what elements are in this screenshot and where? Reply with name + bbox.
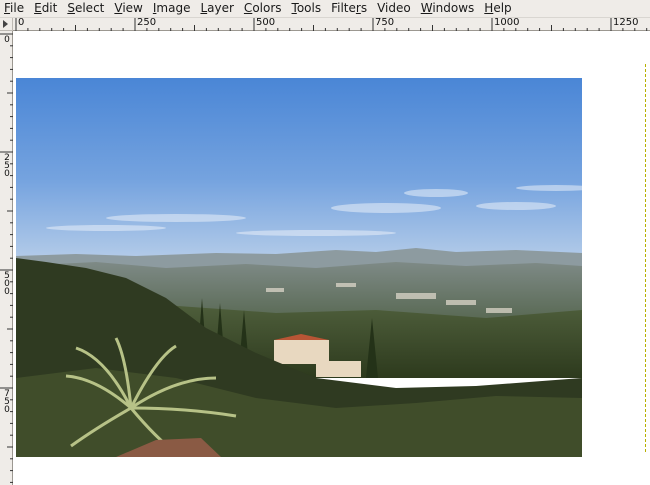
layer-boundary [645,64,646,452]
horizontal-ruler-label: 750 [375,17,395,28]
horizontal-ruler-label: 1250 [613,17,639,28]
menu-bar: File Edit Select View Image Layer Colors Tools F… [0,0,650,18]
vertical-ruler[interactable]: 0 250 500 750 [0,31,13,485]
vertical-ruler-ticks [0,33,13,483]
horizontal-ruler-label: 0 [18,17,25,28]
menu-layer[interactable]: Layer [195,0,238,17]
menu-windows[interactable]: Windows [416,0,480,17]
menu-tools[interactable]: Tools [287,0,327,17]
horizontal-ruler-label: 500 [256,17,276,28]
menu-filters[interactable]: Filters [326,0,372,17]
menu-image[interactable]: Image [148,0,196,17]
horizontal-ruler-label: 1000 [494,17,520,28]
horizontal-ruler-label: 250 [137,17,157,28]
horizontal-ruler[interactable]: 0 250 500 750 1000 1250 [13,17,650,31]
horizontal-ruler-ticks [15,18,648,31]
menu-colors[interactable]: Colors [239,0,287,17]
menu-file[interactable]: File [0,0,29,17]
menu-video[interactable]: Video [372,0,416,17]
menu-help[interactable]: Help [479,0,516,17]
menu-view[interactable]: View [109,0,147,17]
vertical-ruler-label: 750 [4,389,10,415]
menu-select[interactable]: Select [62,0,109,17]
arrow-right-icon [3,20,8,28]
quick-mask-toggle[interactable] [0,18,13,31]
vertical-ruler-label: 250 [4,153,10,179]
vertical-ruler-label: 0 [4,35,10,45]
vertical-ruler-label: 500 [4,271,10,297]
landscape-photo[interactable] [16,78,582,457]
menu-edit[interactable]: Edit [29,0,62,17]
